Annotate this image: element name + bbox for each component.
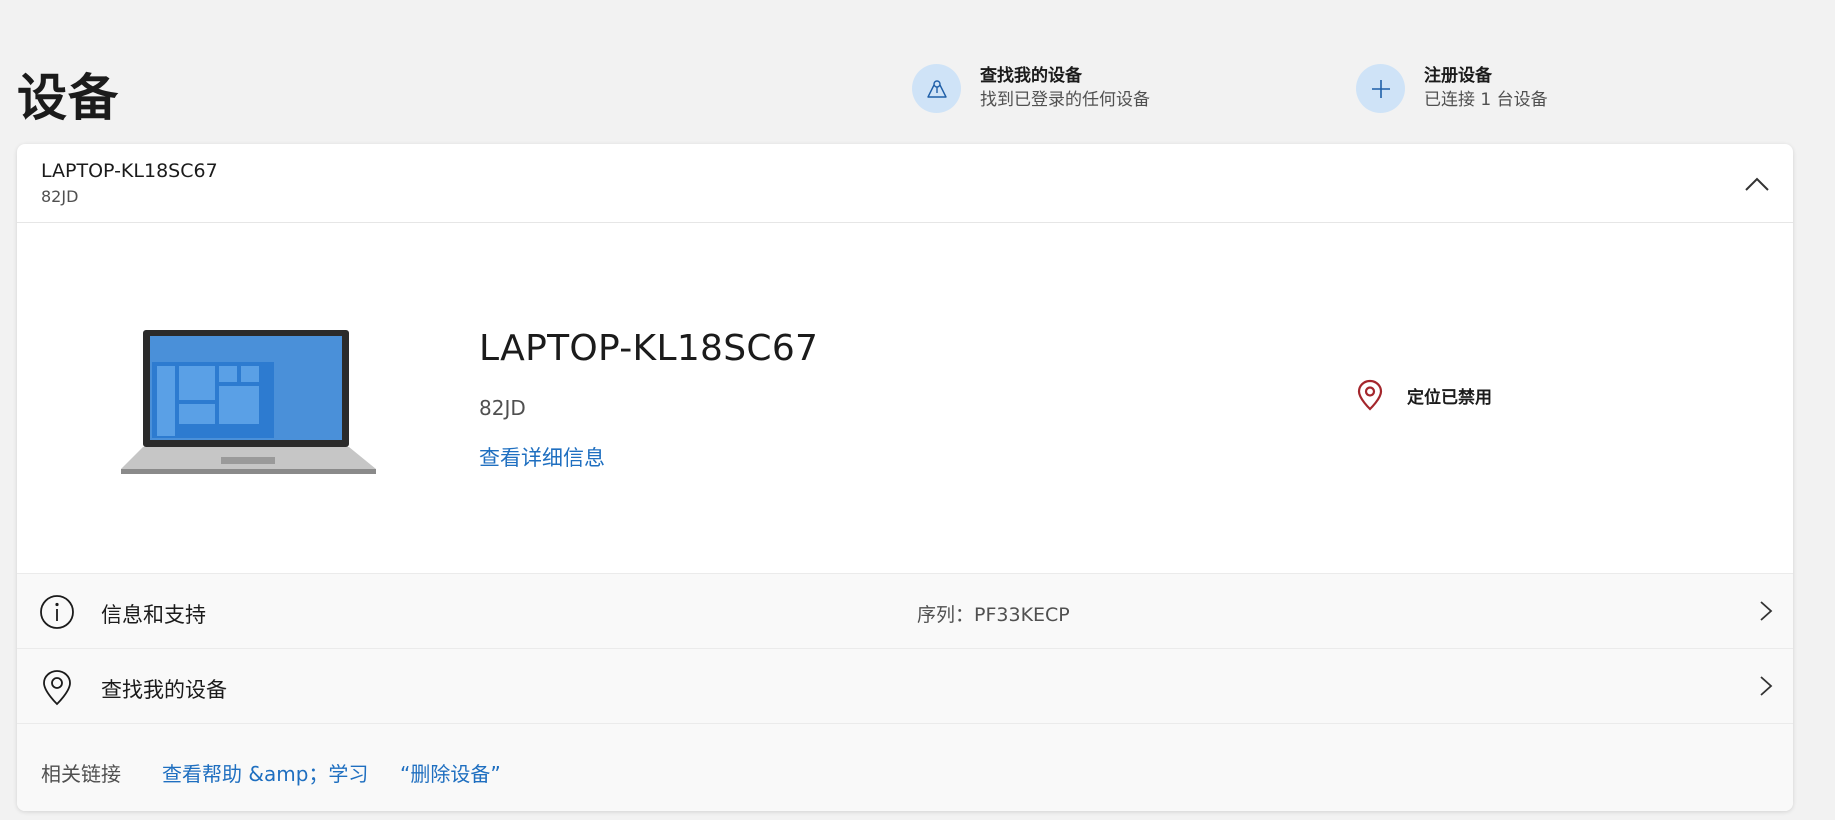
- chevron-up-icon: [1745, 177, 1769, 191]
- info-support-label: 信息和支持: [101, 603, 206, 627]
- device-name: LAPTOP-KL18SC67: [479, 328, 819, 369]
- related-links-label: 相关链接: [41, 762, 121, 786]
- register-device-title: 注册设备: [1424, 66, 1492, 86]
- help-learning-link[interactable]: 查看帮助 &amp；学习: [162, 758, 368, 787]
- device-header-name: LAPTOP-KL18SC67: [41, 160, 218, 182]
- device-card-header[interactable]: LAPTOP-KL18SC67 82JD: [17, 144, 1793, 223]
- remove-device-link[interactable]: “删除设备”: [400, 758, 501, 787]
- register-device-action[interactable]: 注册设备 已连接 1 台设备: [1356, 64, 1548, 113]
- location-status-label: 定位已禁用: [1407, 387, 1492, 408]
- find-my-device-row[interactable]: 查找我的设备: [17, 648, 1793, 723]
- find-my-device-subtitle: 找到已登录的任何设备: [980, 90, 1150, 110]
- chevron-right-icon: [1760, 676, 1773, 696]
- info-icon: [40, 595, 74, 629]
- find-my-device-label: 查找我的设备: [101, 678, 227, 702]
- device-header-model: 82JD: [41, 187, 79, 206]
- view-details-link[interactable]: 查看详细信息: [479, 442, 605, 472]
- find-my-device-action[interactable]: 查找我的设备 找到已登录的任何设备: [912, 64, 1150, 113]
- info-support-row[interactable]: 信息和支持 序列：PF33KECP: [17, 573, 1793, 648]
- device-card: LAPTOP-KL18SC67 82JD LAPTOP-KL18SC67 82J…: [17, 144, 1793, 811]
- register-device-subtitle: 已连接 1 台设备: [1424, 90, 1548, 110]
- location-pin-icon: [1357, 379, 1383, 411]
- laptop-illustration: [121, 324, 377, 478]
- location-pin-icon: [43, 670, 71, 706]
- find-my-device-title: 查找我的设备: [980, 66, 1082, 86]
- location-status: 定位已禁用: [1353, 378, 1492, 412]
- related-links: 相关链接 查看帮助 &amp；学习 “删除设备”: [17, 723, 1793, 811]
- device-model: 82JD: [479, 396, 526, 420]
- chevron-right-icon: [1760, 601, 1773, 621]
- collapse-button[interactable]: [1739, 166, 1775, 202]
- serial-number: 序列：PF33KECP: [917, 604, 1070, 626]
- plus-icon: [1356, 64, 1405, 113]
- find-device-icon: [912, 64, 961, 113]
- page-title: 设备: [17, 69, 119, 127]
